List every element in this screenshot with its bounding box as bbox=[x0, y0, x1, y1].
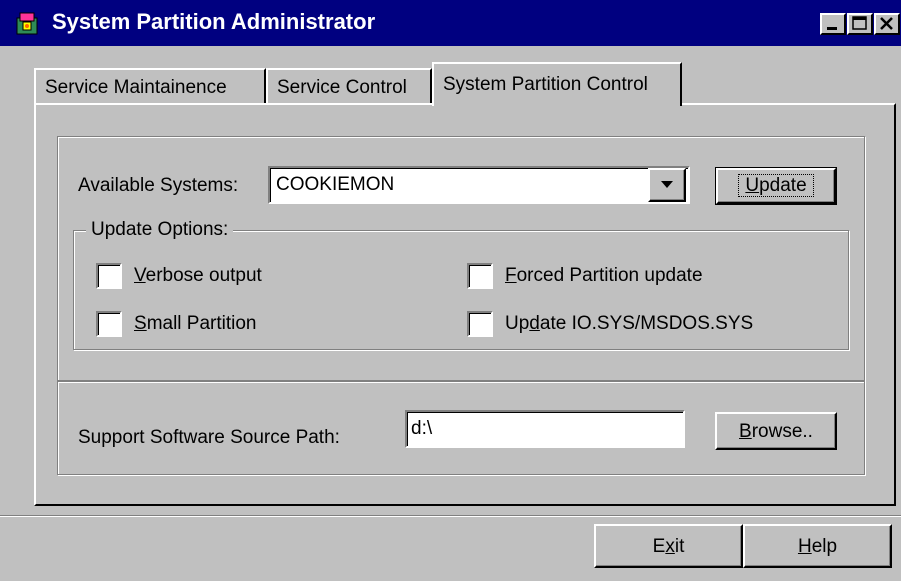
checkbox-label: Forced Partition update bbox=[505, 265, 703, 286]
browse-button-label: Browse.. bbox=[739, 421, 813, 442]
available-systems-value: COOKIEMON bbox=[276, 174, 395, 195]
update-io-sys-checkbox[interactable]: Update IO.SYS/MSDOS.SYS bbox=[467, 311, 753, 337]
maximize-icon bbox=[852, 16, 867, 30]
tab-service-maintainence[interactable]: Service Maintainence bbox=[34, 68, 266, 104]
checkbox-box[interactable] bbox=[96, 311, 122, 337]
update-button[interactable]: Update bbox=[715, 167, 837, 205]
available-systems-combobox[interactable]: COOKIEMON bbox=[268, 166, 690, 204]
window-title: System Partition Administrator bbox=[52, 9, 376, 34]
close-icon bbox=[880, 17, 893, 30]
footer-separator bbox=[0, 515, 901, 517]
exit-button-label: Exit bbox=[652, 536, 685, 557]
app-icon[interactable] bbox=[14, 10, 40, 36]
minimize-button[interactable] bbox=[820, 13, 846, 35]
update-options-legend: Update Options: bbox=[86, 219, 234, 241]
help-button-label: Help bbox=[797, 536, 838, 557]
dropdown-arrow-icon bbox=[661, 181, 673, 188]
checkbox-box[interactable] bbox=[96, 263, 122, 289]
close-button[interactable] bbox=[874, 13, 900, 35]
maximize-button[interactable] bbox=[847, 13, 873, 35]
tab-label: Service Control bbox=[277, 77, 407, 98]
source-path-label: Support Software Source Path: bbox=[78, 427, 340, 448]
source-path-input[interactable]: d:\ bbox=[405, 410, 685, 448]
checkbox-label: Verbose output bbox=[134, 265, 262, 286]
update-button-label: Update bbox=[738, 174, 814, 197]
checkbox-label: Update IO.SYS/MSDOS.SYS bbox=[505, 313, 754, 334]
tab-label: Service Maintainence bbox=[45, 77, 227, 98]
source-path-value: d:\ bbox=[411, 418, 433, 439]
help-button[interactable]: Help bbox=[743, 524, 892, 568]
available-systems-label: Available Systems: bbox=[78, 175, 239, 196]
verbose-output-checkbox[interactable]: Verbose output bbox=[96, 263, 262, 289]
tab-label: System Partition Control bbox=[443, 74, 648, 95]
small-partition-checkbox[interactable]: Small Partition bbox=[96, 311, 257, 337]
checkbox-label: Small Partition bbox=[134, 313, 257, 334]
minimize-icon bbox=[827, 27, 837, 30]
forced-partition-update-checkbox[interactable]: Forced Partition update bbox=[467, 263, 703, 289]
tab-system-partition-control[interactable]: System Partition Control bbox=[432, 62, 682, 106]
checkbox-box[interactable] bbox=[467, 311, 493, 337]
dropdown-button[interactable] bbox=[648, 168, 686, 202]
checkbox-box[interactable] bbox=[467, 263, 493, 289]
browse-button[interactable]: Browse.. bbox=[715, 412, 837, 450]
exit-button[interactable]: Exit bbox=[594, 524, 743, 568]
tab-service-control[interactable]: Service Control bbox=[266, 68, 432, 104]
